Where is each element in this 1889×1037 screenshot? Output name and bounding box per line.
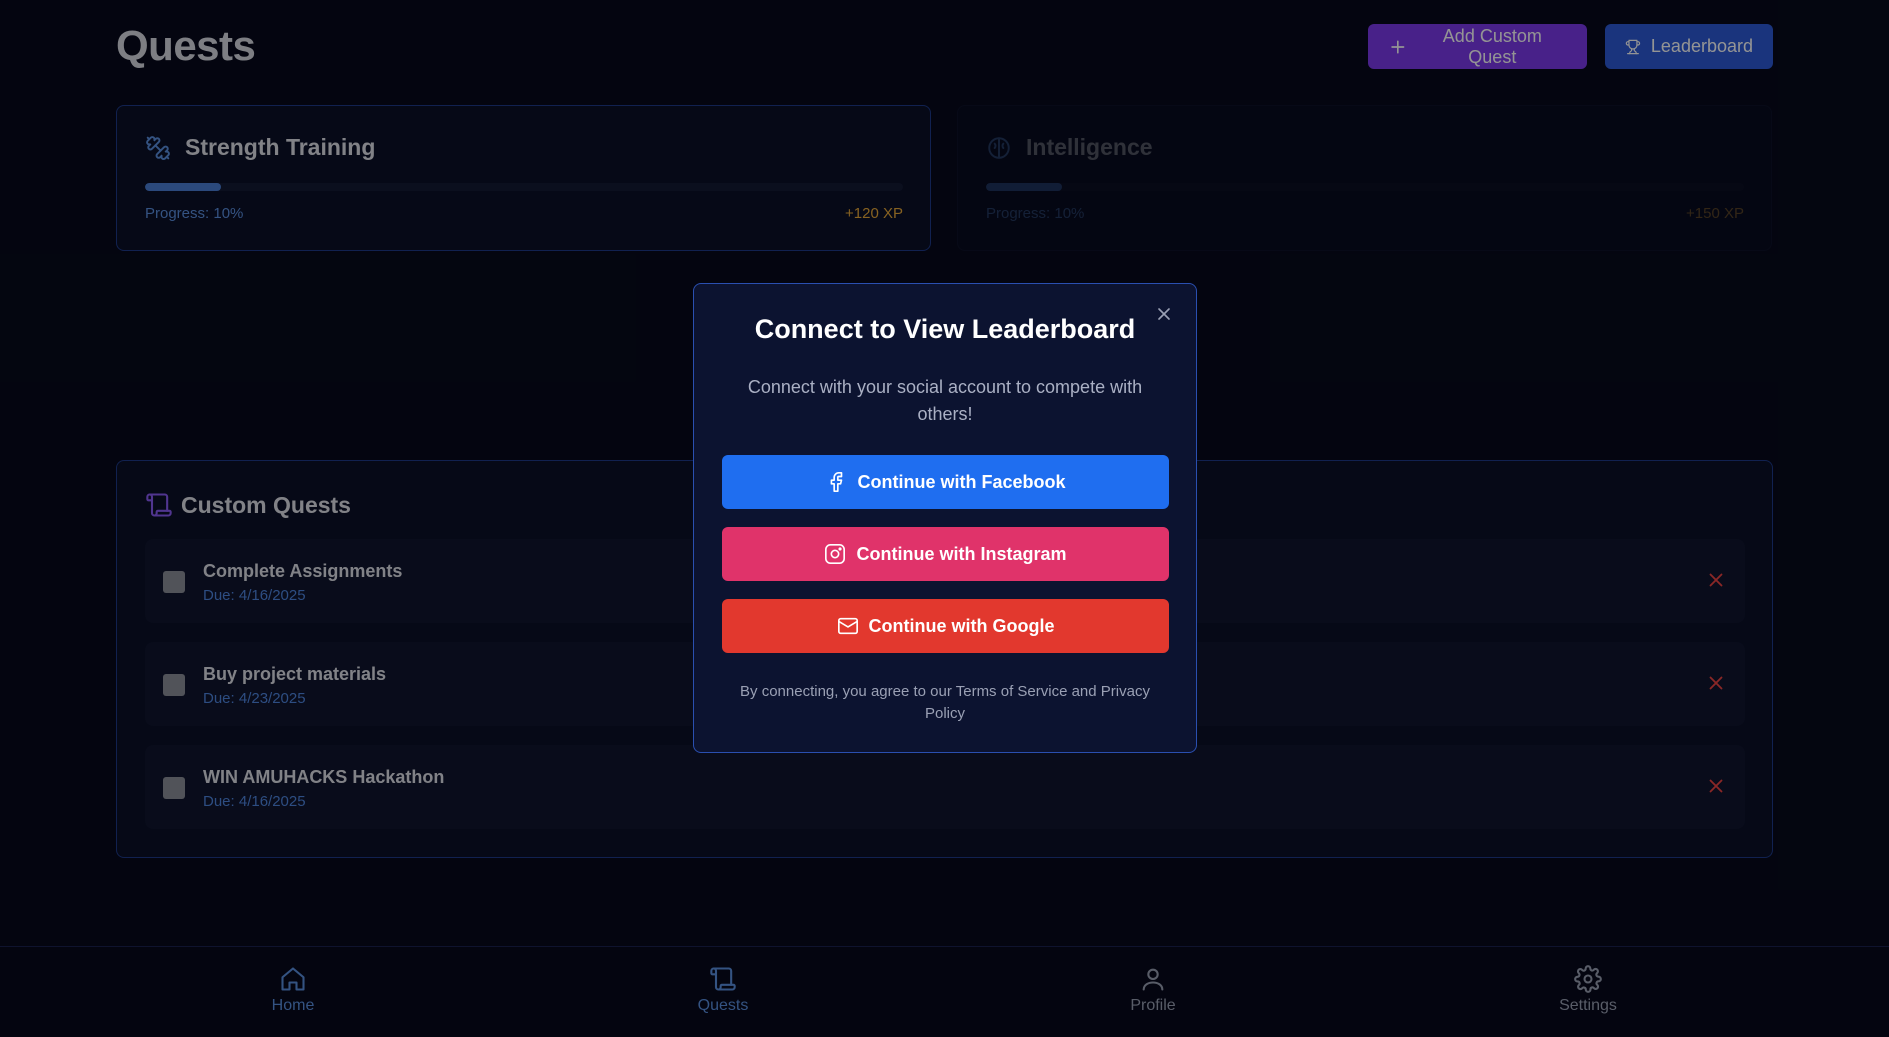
- modal-title: Connect to View Leaderboard: [754, 314, 1136, 344]
- google-label: Continue with Google: [868, 615, 1055, 636]
- connect-modal: Connect to View Leaderboard Connect with…: [693, 283, 1197, 753]
- facebook-label: Continue with Facebook: [857, 471, 1066, 492]
- terms-text: By connecting, you agree to our Terms of…: [740, 683, 1150, 722]
- facebook-icon: [831, 472, 843, 492]
- continue-with-google-button[interactable]: Continue with Google: [722, 599, 1169, 653]
- instagram-icon: [825, 544, 846, 564]
- instagram-label: Continue with Instagram: [856, 543, 1067, 564]
- mail-icon: [837, 617, 858, 635]
- modal-subtitle: Connect with your social account to comp…: [747, 377, 1143, 424]
- continue-with-instagram-button[interactable]: Continue with Instagram: [722, 527, 1169, 581]
- continue-with-facebook-button[interactable]: Continue with Facebook: [722, 455, 1169, 509]
